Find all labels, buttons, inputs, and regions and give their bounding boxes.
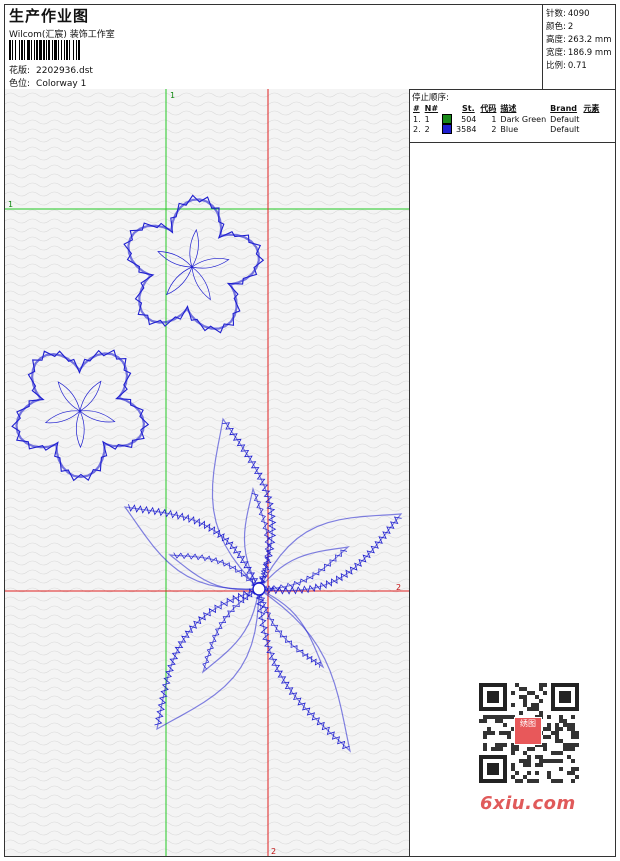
stop-sequence-panel: 停止顺序: # N# St. 代码 描述 Brand 元素 1. 1 504 1… xyxy=(410,89,615,143)
color-swatch-icon xyxy=(442,114,453,124)
row-element xyxy=(581,114,601,124)
row-code: 2 xyxy=(491,124,497,134)
row-stitches: 3584 xyxy=(456,124,477,134)
colorway-value: Colorway 1 xyxy=(36,79,87,89)
row-code: 1 xyxy=(491,114,497,124)
col-element: 元素 xyxy=(583,104,600,113)
col-description: 描述 xyxy=(500,104,517,113)
row-element xyxy=(581,124,601,134)
stat-scale-value: 0.71 xyxy=(567,61,587,71)
watermark-stamp: 绣图 xyxy=(514,717,542,745)
embroidery-design-area: 1 1 2 2 xyxy=(5,89,410,856)
design-file-value: 2202936.dst xyxy=(36,66,93,76)
stop-sequence-title: 停止顺序: xyxy=(412,93,449,103)
sheet-title: 生产作业图 xyxy=(9,7,90,25)
col-stitches: St. xyxy=(462,104,475,113)
stat-colors: 颜色: 2 xyxy=(546,20,573,32)
marker-red-vertical: 2 xyxy=(271,847,276,856)
row-brand: Default xyxy=(550,114,580,124)
col-needle: N# xyxy=(424,104,439,113)
table-header-row: # N# St. 代码 描述 Brand 元素 xyxy=(411,103,601,114)
marker-green-horizontal: 1 xyxy=(8,200,13,209)
stat-colors-value: 2 xyxy=(567,22,574,32)
row-needle: 1 xyxy=(424,114,430,124)
marker-green-vertical: 1 xyxy=(170,91,175,100)
stat-width: 宽度: 186.9 mm xyxy=(546,46,611,58)
stop-sequence-table: # N# St. 代码 描述 Brand 元素 1. 1 504 1 Dark … xyxy=(411,103,601,134)
col-color xyxy=(440,103,454,114)
stat-colors-label: 颜色: xyxy=(546,22,566,32)
row-description: Blue xyxy=(500,124,519,134)
colorway-label: 色位: xyxy=(9,79,31,89)
col-code: 代码 xyxy=(480,104,497,113)
table-row: 1. 1 504 1 Dark Green Default xyxy=(411,114,601,124)
stat-stitches-value: 4090 xyxy=(567,9,590,19)
stat-height: 高度: 263.2 mm xyxy=(546,33,611,45)
row-needle: 2 xyxy=(424,124,430,134)
stat-width-label: 宽度: xyxy=(546,48,566,58)
row-index: 1. xyxy=(413,114,421,124)
row-description: Dark Green xyxy=(500,114,547,124)
marker-red-horizontal: 2 xyxy=(396,583,401,592)
stat-scale-label: 比例: xyxy=(546,61,566,71)
design-file-line: 花版: 2202936.dst xyxy=(9,63,93,76)
stat-height-label: 高度: xyxy=(546,35,566,45)
production-sheet: 生产作业图 Wilcom(汇宸) 装饰工作室 花版: 2202936.dst 色位… xyxy=(4,4,616,857)
col-brand: Brand xyxy=(550,104,578,113)
stat-height-value: 263.2 mm xyxy=(567,35,612,45)
row-brand: Default xyxy=(550,124,580,134)
colorway-line: 色位: Colorway 1 xyxy=(9,76,86,89)
table-row: 2. 2 3584 2 Blue Default xyxy=(411,124,601,134)
stat-width-value: 186.9 mm xyxy=(567,48,612,58)
row-stitches: 504 xyxy=(461,114,477,124)
color-swatch-icon xyxy=(442,124,453,134)
company-name: Wilcom(汇宸) 装饰工作室 xyxy=(9,30,115,40)
stat-scale: 比例: 0.71 xyxy=(546,59,587,71)
barcode xyxy=(9,40,147,60)
stat-stitches-label: 针数: xyxy=(546,9,566,19)
sheet-header: 生产作业图 Wilcom(汇宸) 装饰工作室 花版: 2202936.dst 色位… xyxy=(5,5,615,90)
watermark: 绣图 6xiu.com xyxy=(470,681,588,821)
design-stats: 针数: 4090 颜色: 2 高度: 263.2 mm 宽度: 186.9 mm 比例:… xyxy=(542,5,616,89)
design-file-label: 花版: xyxy=(9,66,31,76)
col-index: # xyxy=(413,104,420,113)
large-flower-center xyxy=(252,582,266,596)
row-color-swatch xyxy=(440,114,454,124)
watermark-site: 6xiu.com xyxy=(480,793,576,814)
row-index: 2. xyxy=(413,124,421,134)
row-color-swatch xyxy=(440,124,454,134)
stat-stitches: 针数: 4090 xyxy=(546,7,590,19)
